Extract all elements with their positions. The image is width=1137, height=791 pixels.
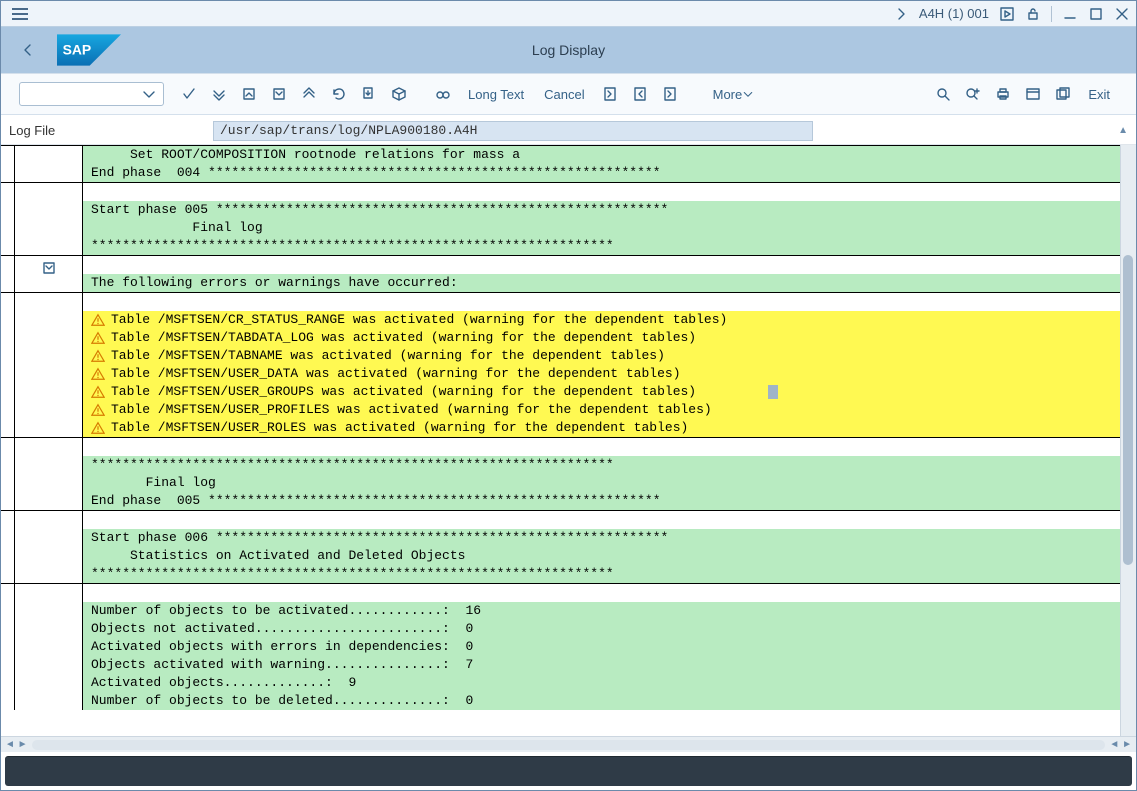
log-line: Set ROOT/COMPOSITION rootnode relations … <box>83 146 1120 164</box>
more-label: More <box>713 87 743 102</box>
warning-line: Table /MSFTSEN/USER_GROUPS was activated… <box>83 383 1120 401</box>
system-bar: A4H (1) 001 <box>1 1 1136 27</box>
chevron-right-icon[interactable] <box>893 6 909 22</box>
warning-line: Table /MSFTSEN/USER_ROLES was activated … <box>83 419 1120 437</box>
log-line: The following errors or warnings have oc… <box>83 274 1120 292</box>
log-line: Objects not activated...................… <box>83 620 1120 638</box>
warning-line: Table /MSFTSEN/USER_DATA was activated (… <box>83 365 1120 383</box>
warning-line: Table /MSFTSEN/TABNAME was activated (wa… <box>83 347 1120 365</box>
minimize-icon[interactable] <box>1062 6 1078 22</box>
prev-page-button[interactable] <box>627 81 653 107</box>
log-line: ****************************************… <box>83 237 1120 255</box>
log-file-row: Log File /usr/sap/trans/log/NPLA900180.A… <box>1 115 1136 145</box>
long-text-button[interactable]: Long Text <box>460 87 532 102</box>
exit-button[interactable]: Exit <box>1080 87 1118 102</box>
log-line: Statistics on Activated and Deleted Obje… <box>83 547 1120 565</box>
log-line: Start phase 005 ************************… <box>83 201 1120 219</box>
close-icon[interactable] <box>1114 6 1130 22</box>
collapse-button[interactable] <box>236 81 262 107</box>
expand-all-button[interactable] <box>206 81 232 107</box>
print-button[interactable] <box>990 81 1016 107</box>
first-page-button[interactable] <box>597 81 623 107</box>
expand-node-icon[interactable] <box>41 260 57 292</box>
glasses-icon[interactable] <box>430 81 456 107</box>
command-field[interactable] <box>19 82 164 106</box>
log-line: End phase 005 **************************… <box>83 492 1120 510</box>
cancel-button[interactable]: Cancel <box>536 87 592 102</box>
warning-icon <box>91 331 105 345</box>
find-next-button[interactable] <box>960 81 986 107</box>
expand-button[interactable] <box>266 81 292 107</box>
log-line: Number of objects to be deleted.........… <box>83 692 1120 710</box>
title-bar: SAP Log Display <box>1 27 1136 73</box>
warning-line: Table /MSFTSEN/CR_STATUS_RANGE was activ… <box>83 311 1120 329</box>
svg-text:SAP: SAP <box>63 42 92 58</box>
application-toolbar: Long Text Cancel More Exit <box>1 73 1136 115</box>
warning-icon <box>91 403 105 417</box>
log-line: Final log <box>83 474 1120 492</box>
log-file-value[interactable]: /usr/sap/trans/log/NPLA900180.A4H <box>213 121 813 141</box>
scroll-up-indicator[interactable]: ▲ <box>1118 125 1128 136</box>
log-line: Final log <box>83 219 1120 237</box>
log-line: ****************************************… <box>83 565 1120 583</box>
text-cursor <box>768 385 778 399</box>
maximize-icon[interactable] <box>1088 6 1104 22</box>
log-line: Number of objects to be activated.......… <box>83 602 1120 620</box>
log-line: Start phase 006 ************************… <box>83 529 1120 547</box>
new-window-button[interactable] <box>1050 81 1076 107</box>
refresh-button[interactable] <box>326 81 352 107</box>
log-line: End phase 004 **************************… <box>83 164 1120 182</box>
log-file-label: Log File <box>7 123 213 138</box>
menu-icon[interactable] <box>7 13 33 15</box>
next-page-button[interactable] <box>657 81 683 107</box>
vertical-scrollbar[interactable] <box>1120 145 1136 736</box>
package-button[interactable] <box>386 81 412 107</box>
log-line: Objects activated with warning..........… <box>83 656 1120 674</box>
layout-button[interactable] <box>1020 81 1046 107</box>
warning-icon <box>91 385 105 399</box>
warning-icon <box>91 313 105 327</box>
back-button[interactable] <box>17 39 39 61</box>
horizontal-scrollbar[interactable]: ◄ ► ◄ ► <box>1 736 1136 752</box>
page-title: Log Display <box>532 42 605 58</box>
warning-icon <box>91 349 105 363</box>
log-content: Set ROOT/COMPOSITION rootnode relations … <box>1 145 1120 736</box>
unlock-icon[interactable] <box>1025 6 1041 22</box>
chevron-down-icon <box>141 86 157 102</box>
warning-icon <box>91 421 105 435</box>
warning-icon <box>91 367 105 381</box>
warning-line: Table /MSFTSEN/USER_PROFILES was activat… <box>83 401 1120 419</box>
sap-logo-icon: SAP <box>57 34 121 66</box>
log-line: Activated objects with errors in depende… <box>83 638 1120 656</box>
more-button[interactable]: More <box>705 86 763 102</box>
find-button[interactable] <box>930 81 956 107</box>
warning-line: Table /MSFTSEN/TABDATA_LOG was activated… <box>83 329 1120 347</box>
download-button[interactable] <box>356 81 382 107</box>
collapse-all-button[interactable] <box>296 81 322 107</box>
status-bar <box>5 756 1132 786</box>
system-label: A4H (1) 001 <box>919 6 989 21</box>
save-button[interactable] <box>176 81 202 107</box>
log-line: ****************************************… <box>83 456 1120 474</box>
log-line: Activated objects.............: 9 <box>83 674 1120 692</box>
play-box-icon[interactable] <box>999 6 1015 22</box>
chevron-down-icon <box>742 86 754 102</box>
